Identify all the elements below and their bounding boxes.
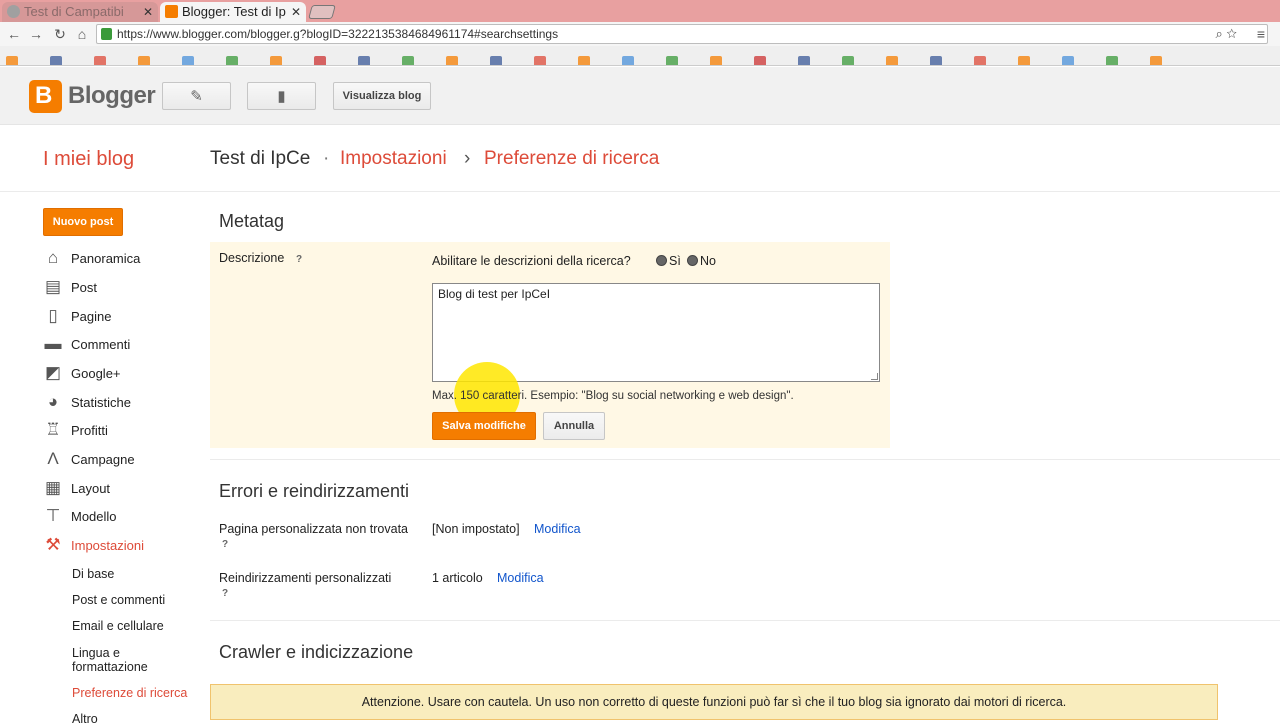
radio-no-icon[interactable]	[687, 255, 698, 266]
divider	[210, 620, 1280, 621]
browser-tabbar: Test di Campatibi ✕ Blogger: Test di Ip …	[0, 0, 1280, 22]
layout-icon: ▦	[44, 478, 62, 497]
home-icon: ⌂	[47, 248, 59, 267]
sidebar-subitem-posts-comments[interactable]: Post e commenti	[72, 593, 165, 607]
browser-toolbar: ← → ↻ ⌂ https://www.blogger.com/blogger.…	[0, 22, 1280, 46]
custom-redirects-label: Reindirizzamenti personalizzati	[219, 571, 392, 585]
search-icon[interactable]: ⌕ ☆	[1216, 26, 1238, 42]
my-blogs-link[interactable]: I miei blog	[43, 148, 134, 171]
cancel-button[interactable]: Annulla	[543, 412, 605, 440]
sidebar-subitem-search-preferences[interactable]: Preferenze di ricerca	[72, 686, 187, 700]
not-found-page-value: [Non impostato]	[432, 522, 520, 536]
browser-tab-inactive[interactable]: Test di Campatibi ✕	[2, 2, 158, 22]
close-tab-icon[interactable]: ✕	[143, 2, 153, 22]
custom-redirects-value: 1 articolo	[432, 571, 483, 585]
edit-not-found-link[interactable]: Modifica	[534, 522, 581, 536]
posts-list-button[interactable]: ▮	[247, 82, 316, 110]
address-bar[interactable]: https://www.blogger.com/blogger.g?blogID…	[96, 24, 1268, 44]
breadcrumb-settings[interactable]: Impostazioni	[340, 148, 447, 170]
blogger-header: B Blogger ✎ ▮ Visualizza blog	[0, 67, 1280, 125]
breadcrumb-page: Preferenze di ricerca	[484, 148, 660, 169]
trophy-icon: ♖	[45, 420, 61, 439]
url-text: https://www.blogger.com/blogger.g?blogID…	[117, 27, 559, 41]
bookmarks-bar	[0, 46, 1280, 66]
resize-handle-icon[interactable]	[871, 373, 878, 380]
help-icon[interactable]: ?	[296, 254, 302, 265]
browser-tab-active[interactable]: Blogger: Test di Ip ✕	[160, 2, 306, 22]
blogger-logo-text[interactable]: Blogger	[68, 82, 156, 110]
sidebar-subitem-other[interactable]: Altro	[72, 712, 98, 726]
sidebar-subitem-basic[interactable]: Di base	[72, 567, 114, 581]
close-tab-icon[interactable]: ✕	[291, 2, 301, 22]
template-icon: ⊤	[45, 506, 61, 525]
back-icon[interactable]: ←	[6, 26, 22, 42]
campaigns-icon: Λ	[47, 449, 59, 468]
lock-icon	[101, 28, 112, 40]
blogger-favicon-icon	[165, 5, 178, 18]
google-plus-icon: ◩	[44, 363, 62, 382]
pages-icon: ▮	[277, 88, 286, 105]
stats-icon: ◕	[47, 392, 59, 411]
description-text: Blog di test per IpCeI	[438, 287, 551, 301]
breadcrumb-separator: ›	[464, 148, 471, 169]
chrome-favicon-icon	[7, 5, 20, 18]
save-button[interactable]: Salva modifiche	[432, 412, 536, 440]
forward-icon[interactable]: →	[28, 26, 44, 42]
description-label: Descrizione	[219, 251, 285, 265]
enable-description-question: Abilitare le descrizioni della ricerca?	[432, 254, 631, 268]
sidebar-subitem-email-mobile[interactable]: Email e cellulare	[72, 619, 164, 633]
divider	[210, 459, 1280, 460]
breadcrumb-separator: ·	[323, 148, 330, 169]
home-icon[interactable]: ⌂	[74, 26, 90, 42]
section-title-crawler: Crawler e indicizzazione	[219, 642, 414, 662]
pages-icon: ▯	[48, 306, 58, 325]
radio-yes-icon[interactable]	[656, 255, 667, 266]
section-title-errors: Errori e reindirizzamenti	[219, 481, 410, 501]
title-bar: I miei blog Test di IpCe · Impostazioni …	[0, 126, 1280, 192]
help-icon[interactable]: ?	[222, 539, 228, 550]
comments-icon: ▬	[44, 334, 62, 353]
description-hint: Max. 150 caratteri. Esempio: "Blog su so…	[432, 390, 794, 402]
tab-title: Test di Campatibi	[24, 4, 124, 19]
radio-no[interactable]: No	[687, 254, 716, 268]
posts-icon: ▤	[44, 277, 62, 296]
breadcrumb-blog: Test di IpCe	[210, 148, 311, 169]
new-post-pencil-button[interactable]: ✎	[162, 82, 231, 110]
tab-title: Blogger: Test di Ip	[182, 4, 286, 19]
menu-wrench-icon[interactable]: ≡	[1257, 26, 1265, 42]
pencil-icon: ✎	[190, 88, 203, 105]
warning-banner: Attenzione. Usare con cautela. Un uso no…	[210, 684, 1218, 720]
view-blog-button[interactable]: Visualizza blog	[333, 82, 431, 110]
help-icon[interactable]: ?	[222, 588, 228, 599]
sidebar-subitem-language[interactable]: Lingua e formattazione	[72, 646, 172, 674]
radio-yes[interactable]: Sì	[656, 254, 681, 268]
section-title-metatag: Metatag	[219, 211, 285, 231]
not-found-page-label: Pagina personalizzata non trovata	[219, 522, 409, 536]
blogger-logo-icon[interactable]: B	[29, 80, 62, 113]
edit-redirects-link[interactable]: Modifica	[497, 571, 544, 585]
new-tab-button[interactable]	[308, 5, 336, 19]
reload-icon[interactable]: ↻	[52, 26, 68, 43]
new-post-button[interactable]: Nuovo post	[43, 208, 123, 236]
wrench-icon: ⚒	[45, 535, 61, 554]
